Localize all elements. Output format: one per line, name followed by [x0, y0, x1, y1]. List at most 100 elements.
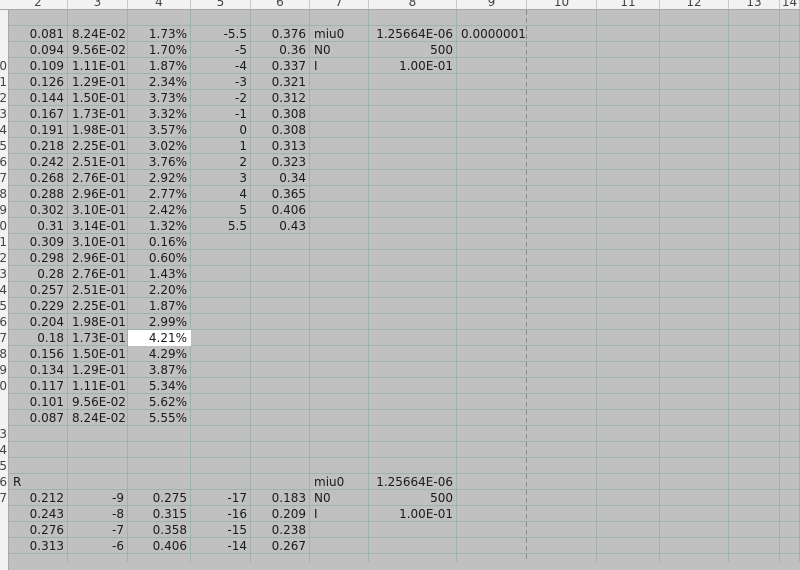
cell-col4[interactable]: 0.358: [128, 522, 191, 538]
param-label[interactable]: miu0: [310, 26, 369, 42]
cell-col4[interactable]: 3.87%: [128, 362, 191, 378]
cell-col5[interactable]: -3: [191, 74, 251, 90]
cell-col4[interactable]: 5.34%: [128, 378, 191, 394]
cell-col3[interactable]: 1.29E-01: [68, 74, 128, 90]
cell-col3[interactable]: 2.96E-01: [68, 186, 128, 202]
cell-col6[interactable]: 0.312: [251, 90, 310, 106]
cell-col5[interactable]: 2: [191, 154, 251, 170]
cell-col2[interactable]: 0.204: [9, 314, 68, 330]
cell-col3[interactable]: 8.24E-02: [68, 410, 128, 426]
cell-col3[interactable]: 9.56E-02: [68, 394, 128, 410]
cell-col3[interactable]: 3.10E-01: [68, 234, 128, 250]
column-header-12[interactable]: 12: [660, 0, 729, 9]
cell-col2[interactable]: 0.257: [9, 282, 68, 298]
cell-col2[interactable]: 0.101: [9, 394, 68, 410]
row-number[interactable]: 1: [0, 234, 7, 250]
column-header-3[interactable]: 3: [68, 0, 128, 9]
cell-col6[interactable]: 0.34: [251, 170, 310, 186]
cell-col3[interactable]: 2.51E-01: [68, 154, 128, 170]
cell-col2[interactable]: 0.28: [9, 266, 68, 282]
cell-col2[interactable]: 0.243: [9, 506, 68, 522]
row-number[interactable]: 4: [0, 122, 7, 138]
cell-col6[interactable]: 0.406: [251, 202, 310, 218]
cell-col6[interactable]: 0.43: [251, 218, 310, 234]
cell-col2[interactable]: 0.167: [9, 106, 68, 122]
cell-col4[interactable]: 3.57%: [128, 122, 191, 138]
cell-col6[interactable]: 0.308: [251, 122, 310, 138]
row-number[interactable]: 7: [0, 330, 7, 346]
param-extra[interactable]: 0.0000001: [457, 26, 527, 42]
cell-col6[interactable]: 0.323: [251, 154, 310, 170]
cell-col4[interactable]: 0.275: [128, 490, 191, 506]
row-number[interactable]: 6: [0, 474, 7, 490]
cell-col3[interactable]: 2.25E-01: [68, 138, 128, 154]
cell-col4[interactable]: 3.73%: [128, 90, 191, 106]
cell-col3[interactable]: 3.14E-01: [68, 218, 128, 234]
param-value[interactable]: 1.25664E-06: [369, 26, 457, 42]
cell-col6[interactable]: 0.238: [251, 522, 310, 538]
cell-col3[interactable]: 8.24E-02: [68, 26, 128, 42]
cell-col4[interactable]: 3.76%: [128, 154, 191, 170]
cell-col4[interactable]: 1.87%: [128, 58, 191, 74]
column-header-6[interactable]: 6: [251, 0, 310, 9]
cell-col2[interactable]: 0.313: [9, 538, 68, 554]
cell-col4[interactable]: 2.77%: [128, 186, 191, 202]
column-header-13[interactable]: 13: [729, 0, 780, 9]
cell-col5[interactable]: -5.5: [191, 26, 251, 42]
cell-col3[interactable]: -9: [68, 490, 128, 506]
cell-col4[interactable]: 1.43%: [128, 266, 191, 282]
cell-col5[interactable]: -16: [191, 506, 251, 522]
cell-col5[interactable]: 5.5: [191, 218, 251, 234]
cell-col4[interactable]: 2.20%: [128, 282, 191, 298]
cell-col3[interactable]: 1.50E-01: [68, 346, 128, 362]
cell-col4[interactable]: 5.55%: [128, 410, 191, 426]
cell-col6[interactable]: 0.308: [251, 106, 310, 122]
cell-col6[interactable]: 0.183: [251, 490, 310, 506]
cell-col2[interactable]: 0.18: [9, 330, 68, 346]
row-number[interactable]: 9: [0, 202, 7, 218]
row-number[interactable]: 6: [0, 154, 7, 170]
cell-col2[interactable]: 0.134: [9, 362, 68, 378]
row-number[interactable]: 8: [0, 346, 7, 362]
cell-col4[interactable]: 0.60%: [128, 250, 191, 266]
row-number[interactable]: 2: [0, 90, 7, 106]
row-number[interactable]: 7: [0, 490, 7, 506]
cell-col2[interactable]: 0.302: [9, 202, 68, 218]
param-value[interactable]: 1.00E-01: [369, 58, 457, 74]
cell-col2[interactable]: 0.144: [9, 90, 68, 106]
cell-col4[interactable]: 2.34%: [128, 74, 191, 90]
cell-col5[interactable]: -4: [191, 58, 251, 74]
cell-col4[interactable]: 1.73%: [128, 26, 191, 42]
cell-col4[interactable]: 3.02%: [128, 138, 191, 154]
cell-col6[interactable]: 0.313: [251, 138, 310, 154]
cell-col2[interactable]: 0.276: [9, 522, 68, 538]
cell-col2[interactable]: 0.268: [9, 170, 68, 186]
cell-col3[interactable]: 1.29E-01: [68, 362, 128, 378]
cell-col2[interactable]: 0.218: [9, 138, 68, 154]
cell-col6[interactable]: 0.209: [251, 506, 310, 522]
cell-col2[interactable]: 0.109: [9, 58, 68, 74]
cell-col3[interactable]: 1.50E-01: [68, 90, 128, 106]
row-number[interactable]: 0: [0, 218, 7, 234]
cell-col6[interactable]: 0.321: [251, 74, 310, 90]
cell-col6[interactable]: 0.337: [251, 58, 310, 74]
cell-col2[interactable]: 0.229: [9, 298, 68, 314]
r-label[interactable]: R: [9, 474, 68, 490]
cell-col2[interactable]: 0.126: [9, 74, 68, 90]
cell-col5[interactable]: -2: [191, 90, 251, 106]
cell-col5[interactable]: 4: [191, 186, 251, 202]
cell-col5[interactable]: -5: [191, 42, 251, 58]
cell-col4[interactable]: 4.29%: [128, 346, 191, 362]
cell-col3[interactable]: -7: [68, 522, 128, 538]
cell-col2[interactable]: 0.117: [9, 378, 68, 394]
row-number[interactable]: 1: [0, 74, 7, 90]
column-header-14[interactable]: 14: [780, 0, 800, 9]
column-header-10[interactable]: 10: [527, 0, 597, 9]
cell-col3[interactable]: 2.76E-01: [68, 170, 128, 186]
cell-col5[interactable]: 5: [191, 202, 251, 218]
row-number[interactable]: 3: [0, 266, 7, 282]
column-header-9[interactable]: 9: [457, 0, 527, 9]
cell-col3[interactable]: 2.25E-01: [68, 298, 128, 314]
selected-cell[interactable]: 4.21%: [128, 330, 191, 346]
cell-col3[interactable]: -8: [68, 506, 128, 522]
